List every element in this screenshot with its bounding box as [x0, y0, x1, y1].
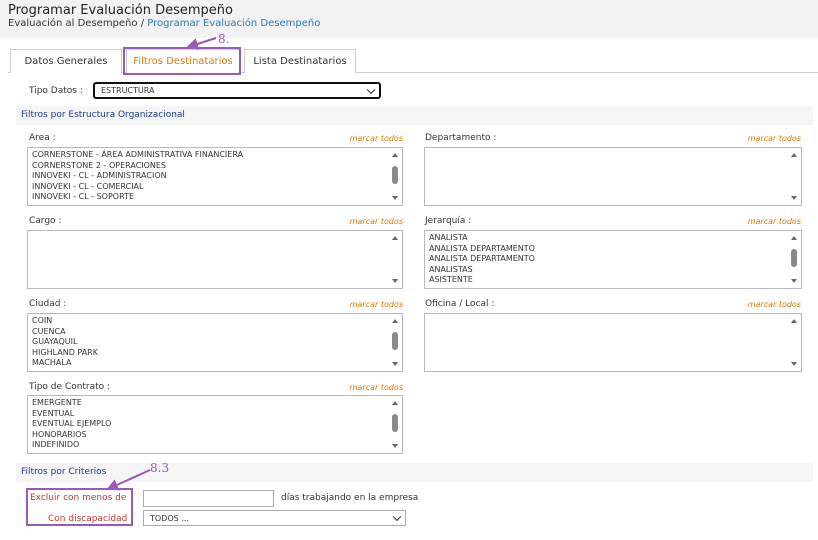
departamento-label: Departamento : [425, 133, 497, 143]
tipo-contrato-listbox[interactable]: EMERGENTE EVENTUAL EVENTUAL EJEMPLO HONO… [27, 395, 403, 454]
list-item[interactable]: COIN [28, 316, 402, 327]
scroll-thumb[interactable] [791, 249, 797, 267]
chevron-down-icon [392, 512, 402, 522]
departamento-listbox[interactable] [424, 147, 802, 206]
tipo-contrato-scrollbar[interactable] [388, 396, 402, 453]
scroll-down-icon[interactable] [791, 196, 797, 200]
area-label: Area : [29, 133, 56, 143]
section-criterios: Filtros por Criterios [16, 463, 813, 482]
tipo-datos-label: Tipo Datos : [29, 86, 83, 96]
list-item[interactable]: INDEFINIDO [28, 440, 402, 451]
section-criterios-title: Filtros por Criterios [21, 467, 107, 477]
jerarquia-listbox[interactable]: ANALISTA ANALISTA DEPARTAMENTO ANALISTA … [424, 230, 802, 289]
page-header: Programar Evaluación Desempeño Evaluació… [0, 0, 818, 38]
list-item[interactable]: ANALISTA [425, 233, 801, 244]
list-item[interactable]: MACHALA [28, 358, 402, 369]
area-mark-all-link[interactable]: marcar todos [303, 134, 403, 143]
section-estructura: Filtros por Estructura Organizacional [16, 106, 813, 125]
cargo-label: Cargo : [29, 216, 62, 226]
list-item[interactable]: CORNERSTONE - ÁREA ADMINISTRATIVA FINANC… [28, 150, 402, 161]
list-item[interactable]: ANALISTAS [425, 265, 801, 276]
cargo-scrollbar[interactable] [388, 231, 402, 288]
step-annotation-tab: 8. [218, 32, 230, 46]
arrow-to-tab [186, 37, 217, 50]
list-item[interactable]: INNOVEKI - CL - COMERCIAL [28, 182, 402, 193]
list-item[interactable]: ANALISTA DEPARTAMENTO [425, 244, 801, 255]
discapacidad-select[interactable]: TODOS ... [143, 510, 406, 526]
scroll-up-icon[interactable] [791, 319, 797, 323]
tipo-datos-select[interactable]: ESTRUCTURA [93, 82, 381, 99]
section-estructura-title: Filtros por Estructura Organizacional [21, 110, 185, 120]
list-item[interactable]: INNOVEKI - CL - ADMINISTRACION [28, 171, 402, 182]
breadcrumb-separator: / [140, 18, 145, 29]
ciudad-scrollbar[interactable] [388, 314, 402, 371]
page-title: Programar Evaluación Desempeño [8, 3, 233, 18]
scroll-up-icon[interactable] [791, 236, 797, 240]
scroll-thumb[interactable] [392, 166, 398, 184]
jerarquia-scrollbar[interactable] [787, 231, 801, 288]
departamento-scrollbar[interactable] [787, 148, 801, 205]
oficina-listbox[interactable] [424, 313, 802, 372]
scroll-up-icon[interactable] [392, 236, 398, 240]
jerarquia-label: Jerarquía : [425, 216, 472, 226]
list-item[interactable]: ANALISTA DEPARTAMENTO [425, 254, 801, 265]
list-item[interactable]: ASISTENTE [425, 275, 801, 286]
list-item[interactable]: HIGHLAND PARK [28, 348, 402, 359]
breadcrumb-current[interactable]: Programar Evaluación Desempeño [147, 18, 320, 29]
tipo-contrato-mark-all-link[interactable]: marcar todos [303, 383, 403, 392]
oficina-mark-all-link[interactable]: marcar todos [701, 300, 801, 309]
list-item[interactable]: EMERGENTE [28, 398, 402, 409]
scroll-thumb[interactable] [392, 332, 398, 350]
tipo-contrato-label: Tipo de Contrato : [29, 382, 111, 392]
tab-datos-generales[interactable]: Datos Generales [10, 49, 122, 73]
list-item[interactable]: INNOVEKI - CL - SOPORTE [28, 192, 402, 203]
oficina-scrollbar[interactable] [787, 314, 801, 371]
scroll-up-icon[interactable] [392, 401, 398, 405]
scroll-down-icon[interactable] [392, 444, 398, 448]
jerarquia-mark-all-link[interactable]: marcar todos [701, 217, 801, 226]
ciudad-label: Ciudad : [29, 299, 67, 309]
scroll-down-icon[interactable] [791, 279, 797, 283]
list-item[interactable]: CORNERSTONE 2 - OPERACIONES [28, 161, 402, 172]
list-item[interactable]: HONORARIOS [28, 430, 402, 441]
oficina-label: Oficina / Local : [425, 299, 495, 309]
scroll-down-icon[interactable] [791, 362, 797, 366]
scroll-up-icon[interactable] [791, 153, 797, 157]
tab-lista-destinatarios[interactable]: Lista Destinatarios [244, 49, 356, 73]
list-item[interactable]: GUAYAQUIL [28, 337, 402, 348]
chevron-down-icon [366, 85, 376, 94]
scroll-down-icon[interactable] [392, 196, 398, 200]
breadcrumb-root[interactable]: Evaluación al Desempeño [8, 18, 138, 29]
ciudad-mark-all-link[interactable]: marcar todos [303, 300, 403, 309]
breadcrumb: Evaluación al Desempeño / Programar Eval… [8, 18, 320, 29]
scroll-thumb[interactable] [392, 414, 398, 432]
ciudad-listbox[interactable]: COIN CUENCA GUAYAQUIL HIGHLAND PARK MACH… [27, 313, 403, 372]
excluir-label: Excluir con menos de [30, 493, 127, 503]
dias-trabajando-text: días trabajando en la empresa [281, 493, 419, 503]
scroll-down-icon[interactable] [392, 362, 398, 366]
tab-highlight-annotation [123, 47, 241, 75]
scroll-up-icon[interactable] [392, 153, 398, 157]
list-item[interactable]: EVENTUAL [28, 409, 402, 420]
area-listbox[interactable]: CORNERSTONE - ÁREA ADMINISTRATIVA FINANC… [27, 147, 403, 206]
scroll-down-icon[interactable] [392, 279, 398, 283]
excluir-dias-input[interactable] [143, 490, 274, 507]
list-item[interactable]: EVENTUAL EJEMPLO [28, 419, 402, 430]
departamento-mark-all-link[interactable]: marcar todos [701, 134, 801, 143]
discapacidad-value: TODOS ... [150, 513, 189, 523]
discapacidad-label: Con discapacidad [48, 514, 128, 524]
scroll-up-icon[interactable] [392, 319, 398, 323]
step-annotation-criteria: 8.3 [150, 461, 170, 475]
area-scrollbar[interactable] [388, 148, 402, 205]
cargo-mark-all-link[interactable]: marcar todos [303, 217, 403, 226]
cargo-listbox[interactable] [27, 230, 403, 289]
list-item[interactable]: CUENCA [28, 327, 402, 338]
tipo-datos-value: ESTRUCTURA [101, 86, 155, 95]
